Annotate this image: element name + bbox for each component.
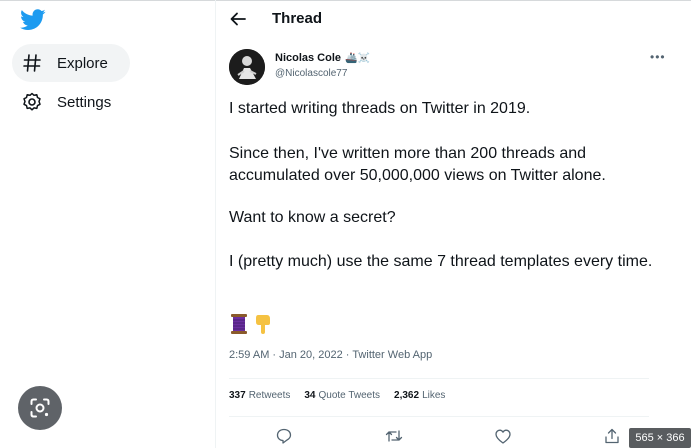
sidebar-item-label: Explore [57, 54, 108, 72]
visual-search-lens-button[interactable] [18, 386, 62, 430]
twitter-logo-icon[interactable] [20, 9, 46, 31]
share-icon[interactable] [602, 426, 622, 446]
tweet-paragraph: I (pretty much) use the same 7 thread te… [229, 253, 653, 270]
tweet-paragraph: Since then, I've written more than 200 t… [229, 145, 606, 184]
author-emoji: 🚢☠️ [345, 52, 370, 64]
tweet-paragraph: I started writing threads on Twitter in … [229, 100, 531, 117]
image-dimensions-badge: 565 × 366 [629, 428, 691, 448]
sidebar-item-label: Settings [57, 93, 112, 111]
main-column: Thread Nicolas Cole 🚢☠️ @Nicolascole77 •… [216, 0, 666, 448]
reply-icon[interactable] [274, 426, 294, 446]
gear-icon [22, 92, 42, 112]
sidebar-item-explore[interactable]: Explore [12, 44, 130, 82]
divider [229, 416, 649, 417]
back-arrow-icon[interactable] [228, 9, 248, 29]
tweet-paragraph: Want to know a secret? [229, 209, 396, 226]
page-header: Thread [216, 0, 664, 38]
author-handle[interactable]: @Nicolascole77 [275, 68, 347, 79]
divider [229, 378, 649, 379]
sidebar: Explore Settings [0, 0, 215, 448]
tweet-timestamp[interactable]: 2:59 AM · Jan 20, 2022 · Twitter Web App [229, 349, 432, 361]
tweet-actions [216, 426, 664, 448]
hashtag-icon [22, 53, 42, 73]
author-name[interactable]: Nicolas Cole 🚢☠️ [275, 52, 370, 64]
author-name-text: Nicolas Cole [275, 52, 342, 64]
likes-stat[interactable]: 2,362 Likes [394, 390, 445, 401]
retweets-stat[interactable]: 337 Retweets [229, 390, 290, 401]
like-heart-icon[interactable] [493, 426, 513, 446]
lens-icon [30, 398, 50, 418]
sidebar-item-settings[interactable]: Settings [12, 83, 125, 121]
avatar[interactable] [229, 49, 265, 85]
pointing-down-icon [253, 313, 273, 335]
tweet-emojis [229, 313, 273, 335]
thread-spool-icon [229, 313, 249, 335]
more-options-icon[interactable]: ••• [650, 50, 666, 64]
quote-tweets-stat[interactable]: 34 Quote Tweets [304, 390, 380, 401]
page-title: Thread [272, 10, 323, 27]
tweet-stats: 337 Retweets 34 Quote Tweets 2,362 Likes [229, 390, 459, 401]
retweet-icon[interactable] [384, 426, 404, 446]
